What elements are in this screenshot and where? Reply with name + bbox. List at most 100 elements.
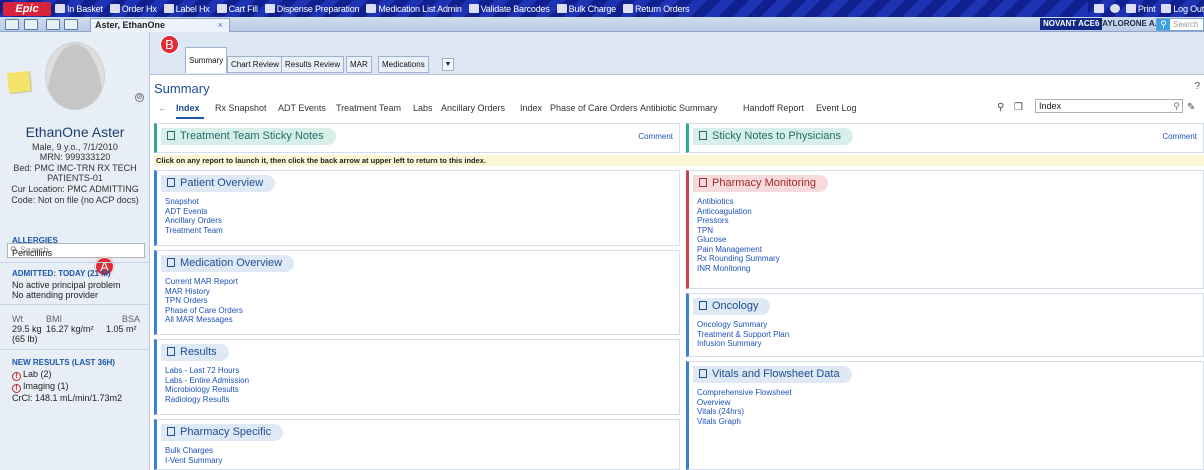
subtab-adt-events[interactable]: ADT Events	[278, 103, 326, 113]
tab-mar[interactable]: MAR	[346, 56, 372, 73]
report-link[interactable]: Phase of Care Orders	[165, 306, 243, 316]
divider	[0, 262, 150, 263]
subtab-ancillary-orders[interactable]: Ancillary Orders	[441, 103, 505, 113]
report-link[interactable]: Bulk Charges	[165, 446, 222, 456]
report-search-input[interactable]: Index ⚲	[1035, 99, 1183, 113]
report-link[interactable]: Comprehensive Flowsheet	[697, 388, 792, 398]
report-link[interactable]: Pressors	[697, 216, 780, 226]
toolbar-dispense-preparation[interactable]: Dispense Preparation	[264, 4, 360, 14]
tab-results-review[interactable]: Results Review	[281, 56, 345, 73]
tab-chart-review[interactable]: Chart Review	[227, 56, 284, 73]
close-icon[interactable]: ×	[218, 19, 223, 32]
wrench-icon[interactable]: ✎	[1187, 102, 1195, 113]
report-link[interactable]: Infusion Summary	[697, 339, 789, 349]
chat-icon[interactable]	[64, 19, 78, 30]
report-link[interactable]: Labs - Last 72 Hours	[165, 366, 249, 376]
divider	[0, 304, 150, 305]
subtab-event-log[interactable]: Event Log	[816, 103, 857, 113]
imaging-results-link[interactable]: ! Imaging (1)	[12, 381, 69, 393]
report-link[interactable]: ADT Events	[165, 207, 223, 217]
report-link[interactable]: Current MAR Report	[165, 277, 243, 287]
toolbar-label-hx[interactable]: Label Hx	[163, 4, 210, 14]
user-name[interactable]: TAYLORONE A.	[1098, 19, 1157, 28]
home-icon[interactable]	[5, 19, 19, 30]
report-link[interactable]: TPN Orders	[165, 296, 243, 306]
report-link[interactable]: Snapshot	[165, 197, 223, 207]
report-link[interactable]: INR Monitoring	[697, 264, 780, 274]
subtab-phase-of-care-orders[interactable]: Phase of Care Orders	[550, 103, 638, 113]
pharmacy-specific-panel: Pharmacy Specific Bulk Charges I-Vent Su…	[154, 419, 680, 470]
report-link[interactable]: Anticoagulation	[697, 207, 780, 217]
report-link[interactable]: Pain Management	[697, 245, 780, 255]
subtab-labs[interactable]: Labs	[413, 103, 433, 113]
new-results-title[interactable]: NEW RESULTS (LAST 36H)	[12, 358, 115, 367]
toolbar-in-basket[interactable]: In Basket	[55, 4, 103, 14]
subtab-handoff-report[interactable]: Handoff Report	[743, 103, 804, 113]
subtab-index[interactable]: Index	[176, 103, 200, 113]
print-icon	[1125, 4, 1136, 13]
tab-medications[interactable]: Medications	[378, 56, 429, 73]
report-link[interactable]: Overview	[697, 398, 792, 408]
comment-link[interactable]: Comment	[1162, 132, 1197, 141]
report-link[interactable]: Radiology Results	[165, 395, 249, 405]
admitted-title[interactable]: ADMITTED: TODAY (21 M)	[12, 269, 111, 278]
toolbar-order-hx[interactable]: Order Hx	[109, 4, 157, 14]
toolbar-validate-barcodes[interactable]: Validate Barcodes	[468, 4, 550, 14]
report-link[interactable]: MAR History	[165, 287, 243, 297]
edit-photo-icon[interactable]: ⊘	[135, 93, 144, 102]
comment-link[interactable]: Comment	[638, 132, 673, 141]
help-icon[interactable]	[1109, 4, 1120, 13]
help-icon[interactable]: ?	[1194, 81, 1200, 92]
report-link[interactable]: Glucose	[697, 235, 780, 245]
panel-title: Vitals and Flowsheet Data	[693, 366, 852, 383]
subtab-rx-snapshot[interactable]: Rx Snapshot	[215, 103, 267, 113]
report-link[interactable]: Microbiology Results	[165, 385, 249, 395]
report-link[interactable]: Treatment Team	[165, 226, 223, 236]
patient-workspace-tab[interactable]: Aster, EthanOne ×	[90, 18, 230, 32]
tab-summary[interactable]: Summary	[185, 47, 228, 73]
subtab-antibiotic-summary[interactable]: Antibiotic Summary	[640, 103, 718, 113]
report-link[interactable]: Labs - Entire Admission	[165, 376, 249, 386]
panel-title: Pharmacy Specific	[161, 424, 284, 441]
toolbar-medication-list-admin[interactable]: Medication List Admin	[366, 4, 462, 14]
report-link[interactable]: Vitals (24hrs)	[697, 407, 792, 417]
more-tabs-dropdown[interactable]: ▼	[442, 58, 454, 71]
sticky-note-icon[interactable]	[7, 70, 31, 94]
report-link[interactable]: TPN	[697, 226, 780, 236]
report-link[interactable]: Ancillary Orders	[165, 216, 223, 226]
copy-icon[interactable]: ❐	[1014, 102, 1023, 113]
toolbar-log-out[interactable]: Log Out	[1161, 4, 1204, 14]
report-link[interactable]: I-Vent Summary	[165, 456, 222, 466]
bmi-label: BMI	[46, 314, 63, 324]
report-link[interactable]: Oncology Summary	[697, 320, 789, 330]
report-link[interactable]: Rx Rounding Summary	[697, 254, 780, 264]
note-icon	[699, 131, 707, 140]
alert-icon: !	[12, 384, 21, 393]
patient-list-icon[interactable]	[24, 19, 38, 30]
results-panel: Results Labs - Last 72 Hours Labs - Enti…	[154, 339, 680, 415]
toolbar-bulk-charge[interactable]: Bulk Charge	[556, 4, 616, 14]
secure-chat-icon[interactable]	[1093, 4, 1104, 13]
toolbar-cart-fill[interactable]: Cart Fill	[216, 4, 258, 14]
worklist-icon[interactable]	[46, 19, 60, 30]
report-link[interactable]: Treatment & Support Plan	[697, 330, 789, 340]
page-title: Summary	[154, 81, 210, 96]
allergies-title[interactable]: ALLERGIES	[12, 236, 58, 245]
barcode-icon	[468, 4, 479, 13]
report-link[interactable]: Antibiotics	[697, 197, 780, 207]
report-link[interactable]: Vitals Graph	[697, 417, 792, 427]
toolbar-return-orders[interactable]: Return Orders	[622, 4, 690, 14]
toolbar-print[interactable]: Print	[1125, 4, 1156, 14]
patient-name[interactable]: EthanOne Aster	[0, 124, 150, 140]
panel-title: Patient Overview	[161, 175, 276, 192]
back-arrow-icon[interactable]: ←	[158, 103, 167, 113]
global-search-input[interactable]: ⚲ Search	[1156, 18, 1204, 31]
lab-results-link[interactable]: ! Lab (2)	[12, 369, 52, 381]
search-icon[interactable]: ⚲	[997, 102, 1004, 113]
weight-label: Wt	[12, 314, 23, 324]
subtab-index-2[interactable]: Index	[520, 103, 542, 113]
subtab-treatment-team[interactable]: Treatment Team	[336, 103, 401, 113]
report-link[interactable]: All MAR Messages	[165, 315, 243, 325]
search-icon: ⚲	[1173, 101, 1180, 111]
epic-menu-button[interactable]: Epic	[3, 1, 51, 16]
